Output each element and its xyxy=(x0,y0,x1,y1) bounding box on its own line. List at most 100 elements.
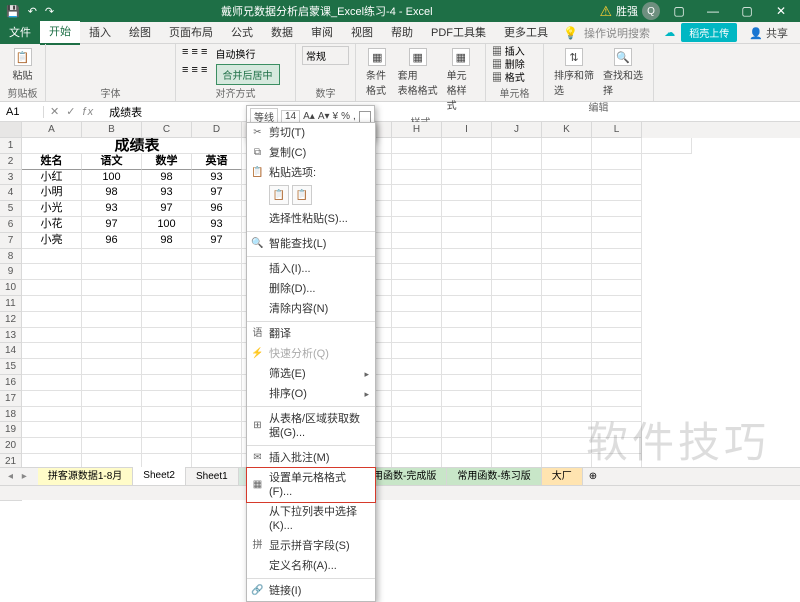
merge-center-button[interactable]: 合并后居中 xyxy=(216,64,280,85)
col-header[interactable]: J xyxy=(492,122,542,138)
cell[interactable] xyxy=(442,264,492,280)
context-item[interactable]: 清除内容(N) xyxy=(247,299,375,319)
format-cells-button[interactable]: ▦ 格式 xyxy=(492,72,537,85)
col-header[interactable]: C xyxy=(142,122,192,138)
cell[interactable] xyxy=(392,391,442,407)
cell[interactable] xyxy=(592,154,642,170)
cell[interactable] xyxy=(22,343,82,359)
cell[interactable] xyxy=(442,185,492,201)
sheet-tab[interactable]: 常用函数-练习版 xyxy=(447,468,541,486)
cell[interactable]: 英语 xyxy=(192,154,242,170)
menu-tab-更多工具[interactable]: 更多工具 xyxy=(495,22,557,44)
cell[interactable] xyxy=(82,407,142,423)
cell[interactable] xyxy=(392,249,442,265)
cell[interactable] xyxy=(492,312,542,328)
cell[interactable] xyxy=(542,312,592,328)
row-header[interactable]: 9 xyxy=(0,264,22,280)
cell[interactable] xyxy=(82,296,142,312)
menu-tab-插入[interactable]: 插入 xyxy=(80,22,120,44)
upload-button[interactable]: 稻壳上传 xyxy=(681,23,737,42)
row-header[interactable]: 13 xyxy=(0,328,22,344)
cell[interactable] xyxy=(442,296,492,312)
cell[interactable] xyxy=(22,138,82,154)
cell[interactable] xyxy=(22,296,82,312)
sheet-tab[interactable]: Sheet1 xyxy=(186,468,239,486)
cell[interactable] xyxy=(142,343,192,359)
context-item[interactable]: ⊞从表格/区域获取数据(G)... xyxy=(247,409,375,443)
context-item[interactable]: 排序(O)▸ xyxy=(247,384,375,404)
minimize-button[interactable]: — xyxy=(698,4,728,18)
redo-icon[interactable]: ↷ xyxy=(45,5,54,18)
context-item[interactable]: ✉插入批注(M) xyxy=(247,448,375,468)
tell-me-icon[interactable]: 💡 xyxy=(557,26,584,40)
cell[interactable] xyxy=(142,422,192,438)
cell[interactable] xyxy=(192,343,242,359)
percent-icon[interactable]: % xyxy=(341,111,350,122)
cell[interactable] xyxy=(542,170,592,186)
cell[interactable] xyxy=(192,249,242,265)
menu-tab-审阅[interactable]: 审阅 xyxy=(302,22,342,44)
cell[interactable] xyxy=(392,296,442,312)
cell[interactable]: 96 xyxy=(82,233,142,249)
cell[interactable]: 93 xyxy=(192,217,242,233)
cell[interactable] xyxy=(82,375,142,391)
cell[interactable] xyxy=(192,138,242,154)
cell[interactable] xyxy=(592,375,642,391)
cell[interactable] xyxy=(442,328,492,344)
cell[interactable] xyxy=(492,249,542,265)
menu-tab-帮助[interactable]: 帮助 xyxy=(382,22,422,44)
cell[interactable] xyxy=(492,280,542,296)
delete-cells-button[interactable]: ▦ 删除 xyxy=(492,59,537,72)
row-header[interactable]: 20 xyxy=(0,438,22,454)
cell[interactable]: 100 xyxy=(82,170,142,186)
cell[interactable] xyxy=(442,170,492,186)
cell[interactable] xyxy=(142,359,192,375)
sheet-tab[interactable]: 大厂 xyxy=(542,468,583,486)
cell[interactable]: 数学 xyxy=(142,154,192,170)
cell[interactable]: 姓名 xyxy=(22,154,82,170)
cell[interactable] xyxy=(22,328,82,344)
col-header[interactable]: H xyxy=(392,122,442,138)
cell[interactable] xyxy=(492,359,542,375)
cell[interactable] xyxy=(442,217,492,233)
autosave-icon[interactable]: 💾 xyxy=(6,5,20,18)
cell[interactable] xyxy=(142,264,192,280)
cell[interactable] xyxy=(492,170,542,186)
context-item[interactable]: ⧉复制(C) xyxy=(247,143,375,163)
col-header[interactable]: K xyxy=(542,122,592,138)
cell[interactable] xyxy=(492,391,542,407)
ribbon-toggle-button[interactable]: ▢ xyxy=(664,4,694,18)
menu-tab-数据[interactable]: 数据 xyxy=(262,22,302,44)
cell[interactable]: 93 xyxy=(192,170,242,186)
cell[interactable] xyxy=(82,249,142,265)
cell[interactable] xyxy=(22,312,82,328)
increase-font-icon[interactable]: A▴ xyxy=(303,111,315,122)
cell[interactable] xyxy=(592,312,642,328)
context-item[interactable]: 选择性粘贴(S)... xyxy=(247,209,375,229)
sheet-tab[interactable]: 拼客源数据1-8月 xyxy=(38,468,133,486)
table-format-button[interactable]: ▦套用 表格格式 xyxy=(394,46,442,114)
cell[interactable] xyxy=(542,233,592,249)
cell[interactable] xyxy=(142,438,192,454)
cell[interactable] xyxy=(542,328,592,344)
context-item[interactable]: ▦设置单元格格式(F)... xyxy=(246,467,376,503)
cell[interactable] xyxy=(442,359,492,375)
row-header[interactable]: 15 xyxy=(0,359,22,375)
paste-button[interactable]: 📋粘贴 xyxy=(6,46,39,84)
cell[interactable] xyxy=(82,343,142,359)
row-header[interactable]: 11 xyxy=(0,296,22,312)
cell[interactable] xyxy=(192,422,242,438)
cell[interactable] xyxy=(22,264,82,280)
cell[interactable] xyxy=(392,407,442,423)
cell[interactable] xyxy=(392,154,442,170)
cell[interactable] xyxy=(142,312,192,328)
cell[interactable] xyxy=(192,296,242,312)
menu-tab-页面布局[interactable]: 页面布局 xyxy=(160,22,222,44)
cell[interactable] xyxy=(542,185,592,201)
cell[interactable]: 97 xyxy=(192,185,242,201)
cancel-icon[interactable]: ✕ xyxy=(50,106,61,118)
row-header[interactable]: 10 xyxy=(0,280,22,296)
context-item[interactable]: 🔗链接(I) xyxy=(247,581,375,601)
context-item[interactable]: 删除(D)... xyxy=(247,279,375,299)
cell[interactable] xyxy=(82,280,142,296)
